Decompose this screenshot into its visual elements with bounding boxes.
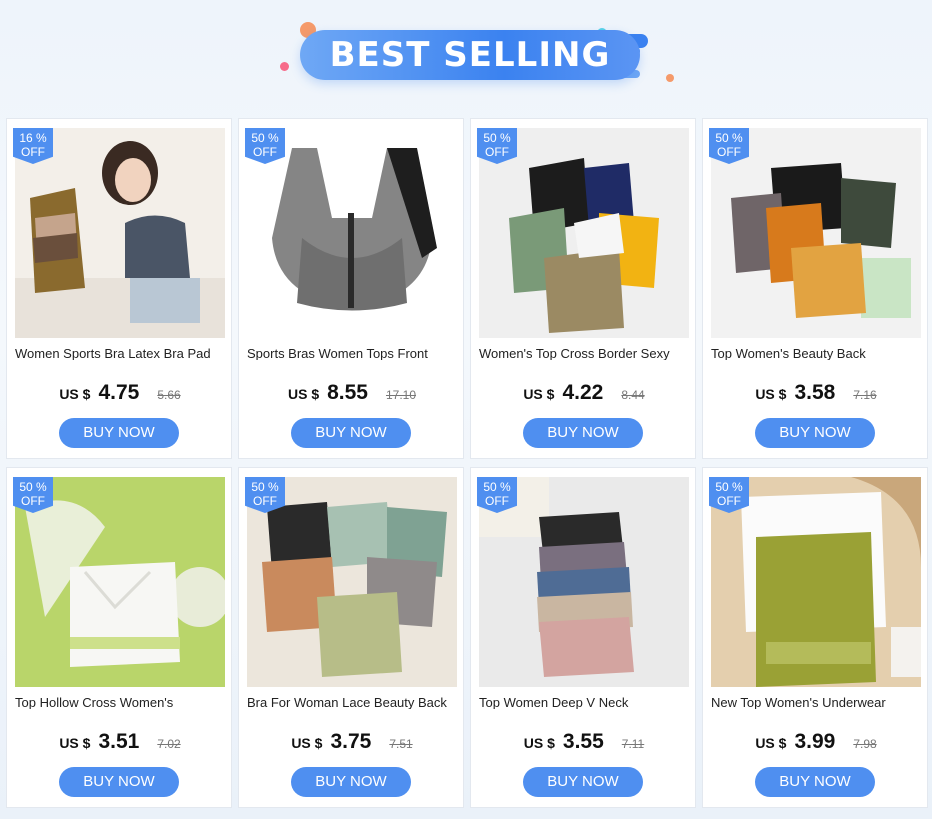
price-row: US $ 3.75 7.51 — [239, 730, 465, 760]
original-price: 5.66 — [157, 388, 181, 402]
original-price: 8.44 — [621, 388, 645, 402]
product-grid: 16 % OFF Women Sports Bra Latex Bra Pad U… — [6, 118, 928, 808]
buy-now-button[interactable]: BUY NOW — [59, 418, 179, 448]
product-card[interactable]: 50 % OFF Women's Top Cross Border Sexy US… — [470, 118, 696, 459]
buy-now-button[interactable]: BUY NOW — [523, 418, 643, 448]
original-price: 7.98 — [853, 737, 877, 751]
product-image[interactable] — [711, 477, 921, 687]
sale-price: 3.55 — [562, 730, 604, 753]
price-row: US $ 3.58 7.16 — [703, 381, 929, 411]
product-card[interactable]: 50 % OFF Bra For Woman Lace Beauty Back U… — [238, 467, 464, 808]
product-title[interactable]: Bra For Woman Lace Beauty Back — [247, 695, 459, 713]
product-image[interactable] — [479, 128, 689, 338]
product-image[interactable] — [15, 128, 225, 338]
banner-title: BEST SELLING — [329, 35, 611, 75]
sale-price: 3.51 — [98, 730, 140, 753]
product-title[interactable]: Top Women's Beauty Back — [711, 346, 923, 364]
currency-label: US $ — [59, 735, 91, 751]
best-selling-banner: BEST SELLING — [0, 0, 932, 110]
product-title[interactable]: Top Women Deep V Neck — [479, 695, 691, 713]
discount-badge: 16 % OFF — [13, 128, 53, 164]
product-image[interactable] — [247, 477, 457, 687]
discount-badge: 50 % OFF — [477, 128, 517, 164]
product-title[interactable]: Sports Bras Women Tops Front — [247, 346, 459, 364]
buy-now-button[interactable]: BUY NOW — [755, 418, 875, 448]
sale-price: 3.75 — [330, 730, 372, 753]
product-title[interactable]: Top Hollow Cross Women's — [15, 695, 227, 713]
buy-now-button[interactable]: BUY NOW — [523, 767, 643, 797]
discount-badge: 50 % OFF — [709, 128, 749, 164]
original-price: 7.02 — [157, 737, 181, 751]
product-title[interactable]: Women's Top Cross Border Sexy — [479, 346, 691, 364]
discount-badge: 50 % OFF — [477, 477, 517, 513]
discount-badge: 50 % OFF — [245, 128, 285, 164]
banner-pill: BEST SELLING — [300, 30, 640, 80]
currency-label: US $ — [523, 386, 555, 402]
sale-price: 3.58 — [794, 381, 836, 404]
price-row: US $ 4.75 5.66 — [7, 381, 233, 411]
sale-price: 8.55 — [327, 381, 368, 404]
product-card[interactable]: 16 % OFF Women Sports Bra Latex Bra Pad U… — [6, 118, 232, 459]
price-row: US $ 8.55 17.10 — [239, 381, 465, 411]
original-price: 7.51 — [389, 737, 413, 751]
original-price: 7.11 — [621, 737, 645, 751]
discount-badge: 50 % OFF — [245, 477, 285, 513]
currency-label: US $ — [755, 735, 787, 751]
buy-now-button[interactable]: BUY NOW — [291, 767, 411, 797]
price-row: US $ 3.99 7.98 — [703, 730, 929, 760]
price-row: US $ 4.22 8.44 — [471, 381, 697, 411]
currency-label: US $ — [523, 735, 555, 751]
buy-now-button[interactable]: BUY NOW — [755, 767, 875, 797]
buy-now-button[interactable]: BUY NOW — [59, 767, 179, 797]
currency-label: US $ — [287, 386, 320, 402]
sale-price: 4.75 — [98, 381, 140, 404]
discount-badge: 50 % OFF — [13, 477, 53, 513]
product-card[interactable]: 50 % OFF Sports Bras Women Tops Front US … — [238, 118, 464, 459]
product-card[interactable]: 50 % OFF New Top Women's Underwear US $ 3… — [702, 467, 928, 808]
currency-label: US $ — [291, 735, 323, 751]
product-image[interactable] — [247, 128, 457, 338]
product-image[interactable] — [479, 477, 689, 687]
sale-price: 3.99 — [794, 730, 836, 753]
original-price: 7.16 — [853, 388, 877, 402]
discount-badge: 50 % OFF — [709, 477, 749, 513]
currency-label: US $ — [755, 386, 787, 402]
product-image[interactable] — [711, 128, 921, 338]
product-title[interactable]: New Top Women's Underwear — [711, 695, 923, 713]
product-card[interactable]: 50 % OFF Top Women's Beauty Back US $ 3.5… — [702, 118, 928, 459]
buy-now-button[interactable]: BUY NOW — [291, 418, 411, 448]
product-card[interactable]: 50 % OFF Top Hollow Cross Women's US $ 3.… — [6, 467, 232, 808]
product-title[interactable]: Women Sports Bra Latex Bra Pad — [15, 346, 227, 364]
product-image[interactable] — [15, 477, 225, 687]
product-card[interactable]: 50 % OFF Top Women Deep V Neck US $ 3.55 … — [470, 467, 696, 808]
price-row: US $ 3.55 7.11 — [471, 730, 697, 760]
original-price: 17.10 — [385, 388, 417, 402]
currency-label: US $ — [59, 386, 91, 402]
sale-price: 4.22 — [562, 381, 604, 404]
price-row: US $ 3.51 7.02 — [7, 730, 233, 760]
